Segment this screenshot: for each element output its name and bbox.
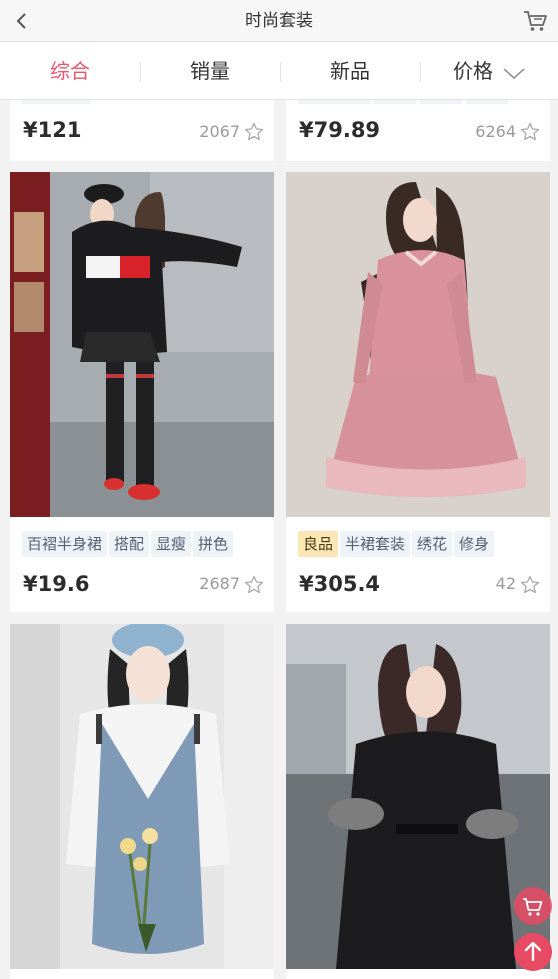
tag: 半裙套装 bbox=[340, 531, 411, 557]
tag-remnant bbox=[298, 100, 370, 104]
arrow-up-icon bbox=[524, 941, 542, 962]
sort-tabs: 综合 销量 新品 价格 bbox=[0, 42, 558, 100]
product-image[interactable] bbox=[10, 172, 274, 517]
scroll-top-button[interactable] bbox=[514, 933, 552, 971]
star-outline-icon[interactable] bbox=[520, 575, 540, 595]
product-price: ¥121 bbox=[23, 118, 82, 142]
tag: 百褶半身裙 bbox=[22, 531, 108, 557]
product-price: ¥79.89 bbox=[299, 118, 381, 142]
product-card[interactable]: ¥121 2067 bbox=[10, 100, 274, 161]
tag-remnant bbox=[420, 100, 462, 104]
product-tags: 良品 半裙套装 绣花 修身 bbox=[298, 531, 496, 557]
tag: 搭配 bbox=[109, 531, 150, 557]
tag-remnant bbox=[22, 100, 90, 104]
tag-remnant bbox=[374, 100, 416, 104]
shopping-cart-icon[interactable] bbox=[522, 8, 548, 34]
product-card[interactable]: 百褶半身裙 搭配 显瘦 拼色 ¥19.6 2687 bbox=[10, 172, 274, 612]
chevron-down-icon bbox=[503, 44, 525, 102]
star-outline-icon[interactable] bbox=[244, 575, 264, 595]
product-card[interactable] bbox=[10, 624, 274, 979]
tab-sales[interactable]: 销量 bbox=[140, 42, 280, 100]
product-image[interactable] bbox=[10, 624, 274, 969]
tag: 显瘦 bbox=[151, 531, 192, 557]
favorite-count: 2687 bbox=[199, 574, 240, 593]
shopping-cart-icon bbox=[523, 898, 543, 916]
page-title: 时尚套装 bbox=[245, 11, 313, 31]
product-tags: 百褶半身裙 搭配 显瘦 拼色 bbox=[22, 531, 235, 557]
product-image[interactable] bbox=[286, 624, 550, 969]
favorite-count: 2067 bbox=[199, 122, 240, 141]
product-card[interactable]: 良品 半裙套装 绣花 修身 ¥305.4 42 bbox=[286, 172, 550, 612]
product-card[interactable] bbox=[286, 624, 550, 979]
top-nav-bar: 时尚套装 bbox=[0, 0, 558, 42]
tab-price[interactable]: 价格 bbox=[420, 42, 558, 100]
favorite-count: 6264 bbox=[475, 122, 516, 141]
favorite-count: 42 bbox=[495, 574, 516, 593]
product-price: ¥305.4 bbox=[299, 572, 381, 596]
cart-fab-button[interactable] bbox=[514, 887, 552, 925]
product-image[interactable] bbox=[286, 172, 550, 517]
tab-comprehensive[interactable]: 综合 bbox=[0, 42, 140, 100]
tag-quality: 良品 bbox=[298, 531, 339, 557]
product-card[interactable]: ¥79.89 6264 bbox=[286, 100, 550, 161]
tag: 绣花 bbox=[412, 531, 453, 557]
product-price: ¥19.6 bbox=[23, 572, 90, 596]
tab-new[interactable]: 新品 bbox=[280, 42, 420, 100]
tag: 修身 bbox=[454, 531, 495, 557]
star-outline-icon[interactable] bbox=[520, 122, 540, 142]
tag: 拼色 bbox=[193, 531, 234, 557]
star-outline-icon[interactable] bbox=[244, 122, 264, 142]
tag-remnant bbox=[466, 100, 508, 104]
